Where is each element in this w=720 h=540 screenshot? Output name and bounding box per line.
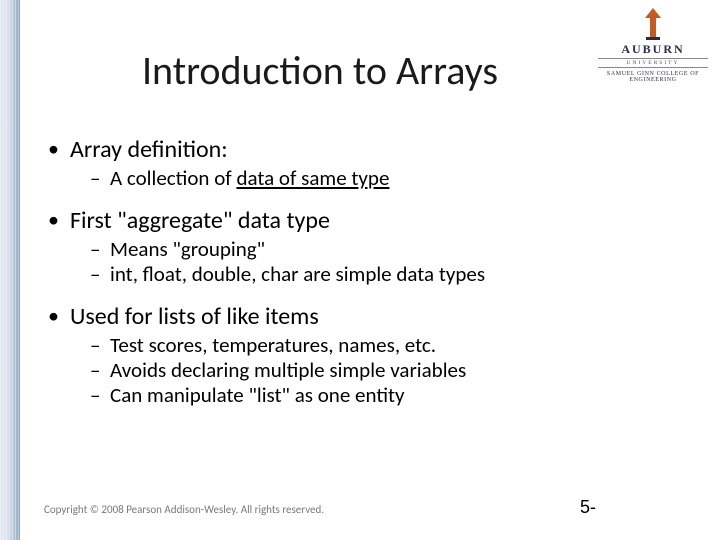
- bullet-text: Array definition:: [70, 135, 228, 164]
- subbullet-text-b-underlined: data of same type: [236, 165, 389, 191]
- bullet-array-definition: Array definition: A collection of data o…: [44, 136, 690, 191]
- slide-title: Introduction to Arrays: [60, 46, 580, 95]
- logo-college-name: SAMUEL GINN COLLEGE OF ENGINEERING: [598, 71, 708, 83]
- auburn-tower-icon: [641, 8, 665, 40]
- bullet-text: Used for lists of like items: [70, 302, 319, 331]
- page-number: 5-: [580, 497, 596, 518]
- bullet-used-for-lists: Used for lists of like items Test scores…: [44, 303, 690, 408]
- subbullet-grouping: Means "grouping": [90, 237, 690, 262]
- slide-body: Array definition: A collection of data o…: [44, 136, 690, 424]
- logo-university-word: UNIVERSITY: [598, 58, 708, 68]
- bullet-aggregate: First "aggregate" data type Means "group…: [44, 207, 690, 287]
- subbullet-simple-types: int, float, double, char are simple data…: [90, 262, 690, 287]
- subbullet-text-a: A collection of: [110, 165, 236, 191]
- logo-university-name: AUBURN: [598, 42, 708, 57]
- copyright-footer: Copyright © 2008 Pearson Addison-Wesley.…: [44, 503, 324, 516]
- bullet-text: First "aggregate" data type: [70, 206, 330, 235]
- subbullet-collection: A collection of data of same type: [90, 166, 690, 191]
- slide-left-accent-stripe: [0, 0, 20, 540]
- subbullet-manipulate: Can manipulate "list" as one entity: [90, 383, 690, 408]
- subbullet-avoids: Avoids declaring multiple simple variabl…: [90, 358, 690, 383]
- auburn-logo: AUBURN UNIVERSITY SAMUEL GINN COLLEGE OF…: [598, 8, 708, 83]
- subbullet-test-scores: Test scores, temperatures, names, etc.: [90, 333, 690, 358]
